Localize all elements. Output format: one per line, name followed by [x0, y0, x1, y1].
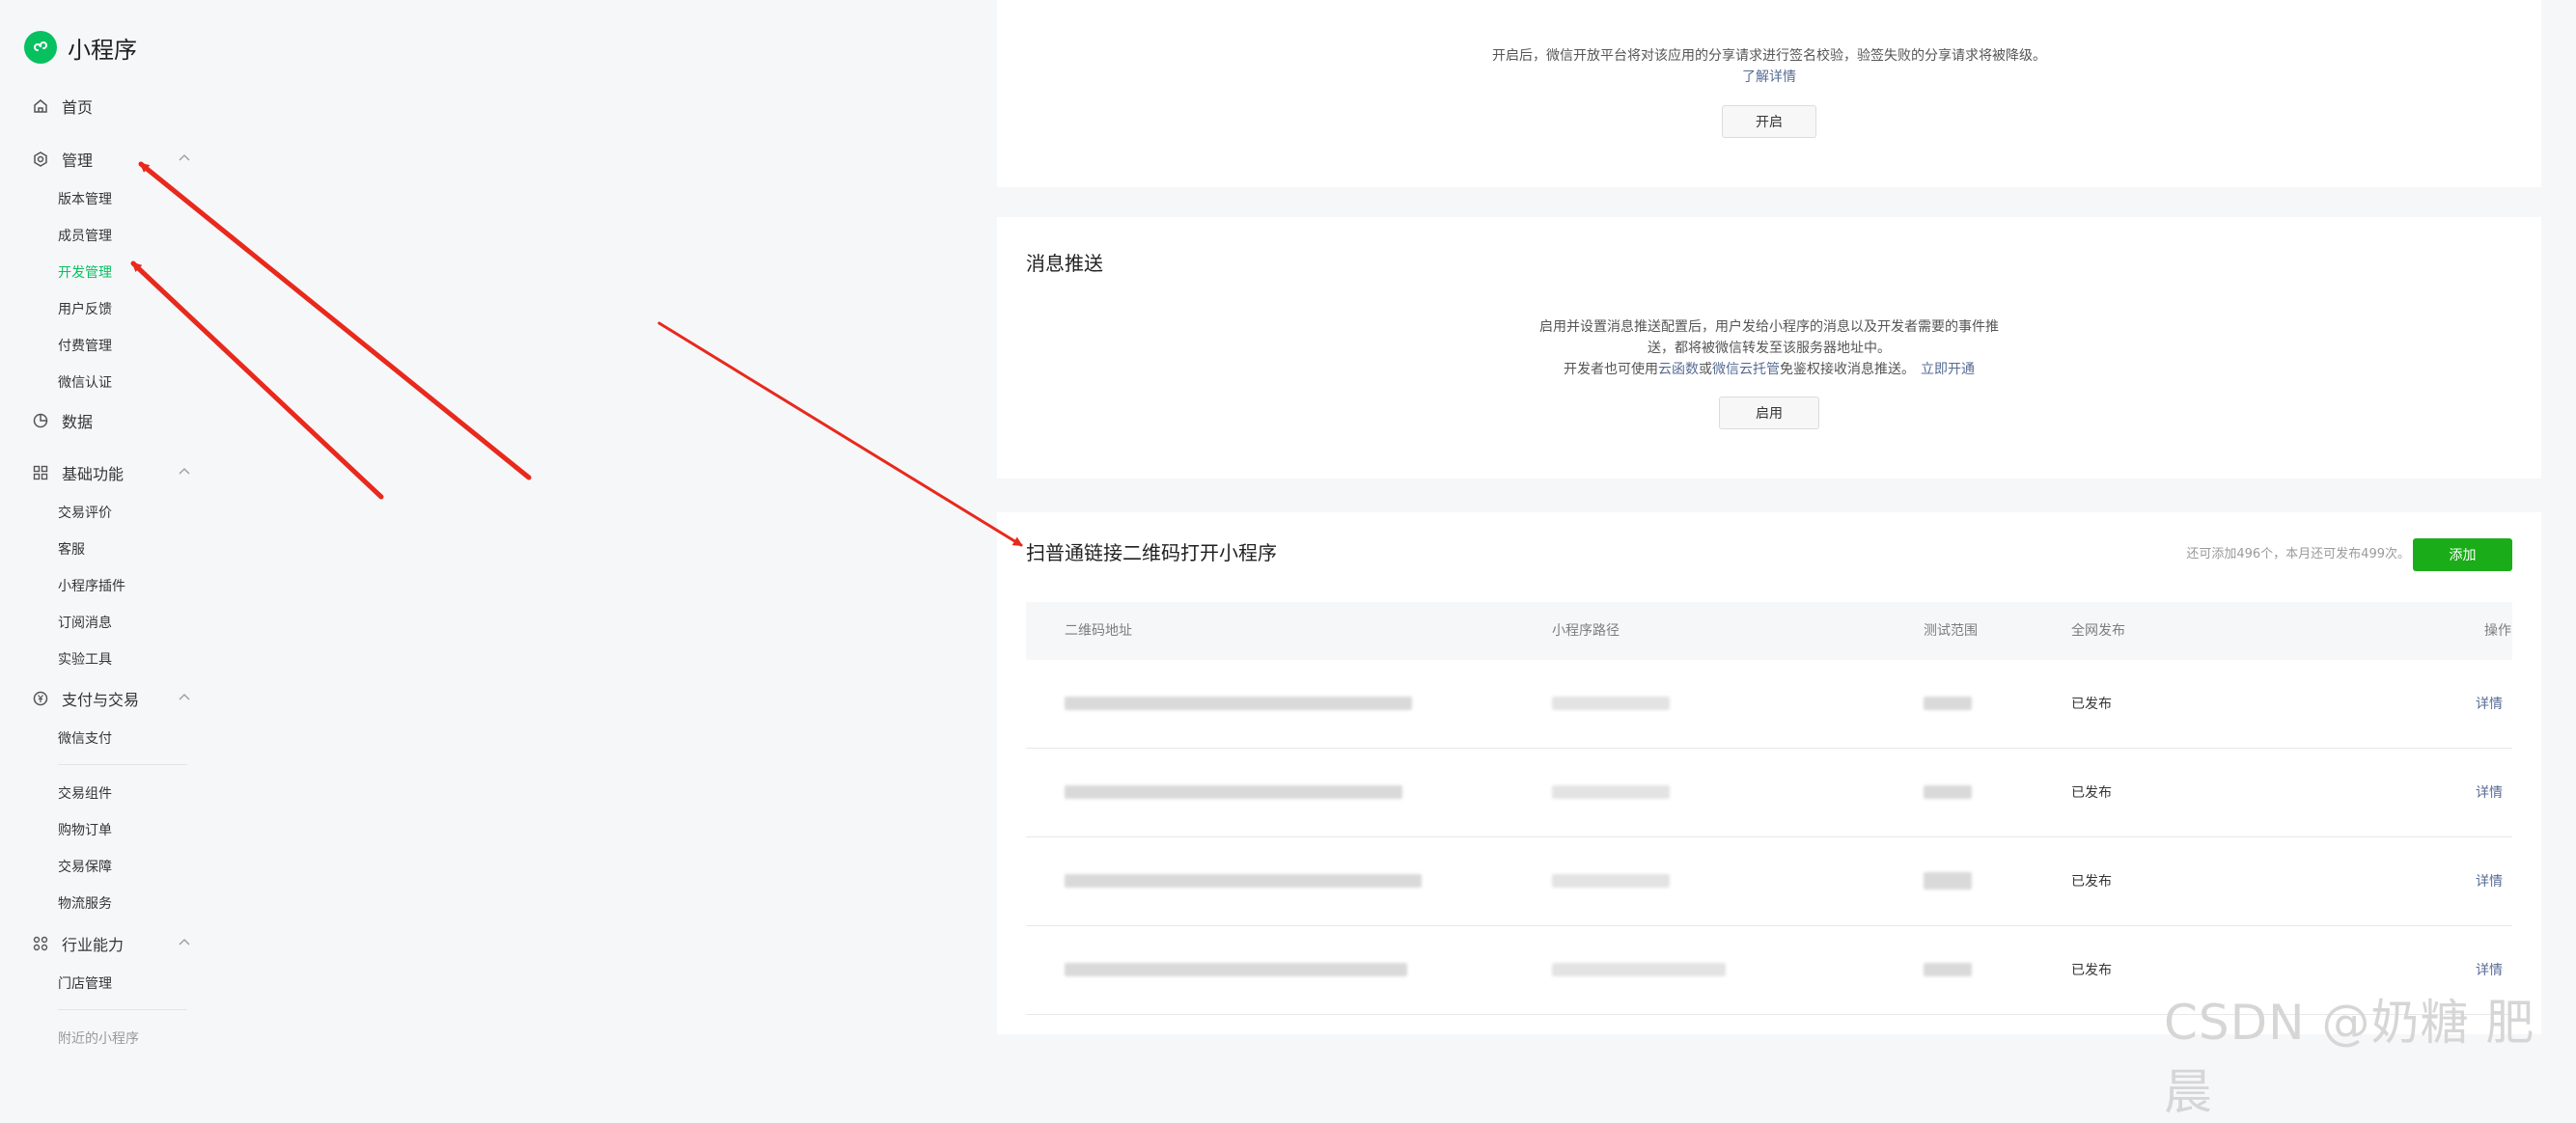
- home-icon: [32, 97, 49, 115]
- nav-trade-guarantee[interactable]: 交易保障: [58, 857, 112, 876]
- nav-data-label: 数据: [62, 413, 94, 431]
- push-desc-or: 或: [1699, 362, 1712, 377]
- redacted-path: [1552, 785, 1670, 799]
- nav-store-manage[interactable]: 门店管理: [58, 973, 112, 993]
- chevron-up-icon[interactable]: [177, 690, 192, 705]
- table-row: 已发布 详情: [1026, 837, 2512, 926]
- gear-icon: [32, 151, 49, 168]
- open-now-link[interactable]: 立即开通: [1921, 362, 1975, 377]
- chevron-up-icon[interactable]: [177, 935, 192, 950]
- nav-basic-label: 基础功能: [62, 465, 125, 483]
- nav-plugin[interactable]: 小程序插件: [58, 576, 125, 595]
- publish-status: 已发布: [2071, 874, 2112, 890]
- detail-link[interactable]: 详情: [2476, 749, 2503, 837]
- qr-link-title: 扫普通链接二维码打开小程序: [1026, 541, 1277, 564]
- redacted-test-scope: [1924, 785, 1972, 799]
- brand[interactable]: 小程序: [24, 30, 137, 65]
- redacted-path: [1552, 697, 1670, 710]
- publish-status: 已发布: [2071, 697, 2112, 712]
- push-desc-suffix: 免鉴权接收消息推送。: [1780, 362, 1915, 377]
- add-qr-rule-button[interactable]: 添加: [2413, 538, 2512, 571]
- nav-customer-service[interactable]: 客服: [58, 539, 85, 559]
- qr-link-card: 扫普通链接二维码打开小程序 还可添加496个，本月还可发布499次。 添加 二维…: [997, 512, 2541, 1034]
- redacted-path: [1552, 963, 1726, 976]
- app-title: 小程序: [68, 36, 137, 64]
- nav-industry-label: 行业能力: [62, 936, 125, 954]
- table-row: 已发布 详情: [1026, 660, 2512, 749]
- col-actions: 操作: [2484, 623, 2511, 639]
- redacted-test-scope: [1924, 697, 1972, 710]
- cloud-function-link[interactable]: 云函数: [1658, 362, 1699, 377]
- nav-home[interactable]: 首页: [32, 95, 93, 118]
- csdn-watermark: CSDN @奶糖 肥晨: [2164, 995, 2535, 1120]
- nav-pay[interactable]: 支付与交易: [32, 687, 190, 710]
- detail-link[interactable]: 详情: [2476, 660, 2503, 749]
- nav-pay-label: 支付与交易: [62, 691, 140, 709]
- push-desc-line1: 启用并设置消息推送配置后，用户发给小程序的消息以及开发者需要的事件推: [1539, 319, 1999, 335]
- col-publish-status: 全网发布: [2071, 623, 2125, 639]
- nav-subscribe-msg[interactable]: 订阅消息: [58, 613, 112, 632]
- nav-payment-manage[interactable]: 付费管理: [58, 336, 112, 355]
- nav-logistics[interactable]: 物流服务: [58, 893, 112, 913]
- chevron-up-icon[interactable]: [177, 151, 192, 166]
- sidebar: 小程序 首页 管理 版本管理 成员管理 开发管理 用户反馈 付费管理 微信认证 …: [0, 0, 205, 1058]
- redacted-test-scope: [1924, 963, 1972, 976]
- nav-basic[interactable]: 基础功能: [32, 461, 190, 484]
- push-desc-line3: 开发者也可使用云函数或微信云托管免鉴权接收消息推送。 立即开通: [997, 359, 2541, 378]
- nav-dev-manage[interactable]: 开发管理: [58, 262, 112, 282]
- message-push-card: 消息推送 启用并设置消息推送配置后，用户发给小程序的消息以及开发者需要的事件推 …: [997, 217, 2541, 479]
- publish-status: 已发布: [2071, 785, 2112, 801]
- nav-user-feedback[interactable]: 用户反馈: [58, 299, 112, 318]
- redacted-qr-address: [1065, 697, 1412, 710]
- nav-nearby-miniprogram[interactable]: 附近的小程序: [58, 1028, 139, 1048]
- publish-status: 已发布: [2071, 963, 2112, 978]
- learn-more-link[interactable]: 了解详情: [997, 67, 2541, 86]
- nav-shopping-orders[interactable]: 购物订单: [58, 820, 112, 839]
- redacted-qr-address: [1065, 874, 1422, 888]
- nav-home-label: 首页: [62, 98, 94, 117]
- chevron-up-icon[interactable]: [177, 464, 192, 479]
- yuan-circle-icon: [32, 690, 49, 707]
- redacted-path: [1552, 874, 1670, 888]
- enable-push-button[interactable]: 启用: [1719, 397, 1819, 429]
- nav-wechat-pay[interactable]: 微信支付: [58, 728, 112, 748]
- col-qr-address: 二维码地址: [1065, 623, 1132, 639]
- redacted-qr-address: [1065, 963, 1407, 976]
- enable-signature-button[interactable]: 开启: [1722, 105, 1816, 138]
- nav-industry[interactable]: 行业能力: [32, 932, 190, 955]
- miniprogram-logo-icon: [24, 31, 57, 64]
- table-header: 二维码地址 小程序路径 测试范围 全网发布 操作: [1026, 602, 2512, 660]
- col-test-scope: 测试范围: [1924, 623, 1978, 639]
- cloud-hosting-link[interactable]: 微信云托管: [1712, 362, 1780, 377]
- detail-link[interactable]: 详情: [2476, 837, 2503, 926]
- nav-manage[interactable]: 管理: [32, 148, 190, 171]
- industry-icon: [32, 935, 49, 952]
- push-desc-prefix: 开发者也可使用: [1564, 362, 1658, 377]
- share-signature-card: 开启后，微信开放平台将对该应用的分享请求进行签名校验，验签失败的分享请求将被降级…: [997, 0, 2541, 187]
- nav-member-manage[interactable]: 成员管理: [58, 226, 112, 245]
- redacted-test-scope: [1924, 872, 1972, 890]
- nav-manage-label: 管理: [62, 151, 94, 170]
- nav-lab-tools[interactable]: 实验工具: [58, 649, 112, 669]
- col-miniprogram-path: 小程序路径: [1552, 623, 1620, 639]
- message-push-title: 消息推送: [1026, 252, 1103, 275]
- pie-chart-icon: [32, 412, 49, 429]
- redacted-qr-address: [1065, 785, 1402, 799]
- grid-icon: [32, 464, 49, 481]
- nav-divider: [58, 764, 187, 765]
- qr-quota-text: 还可添加496个，本月还可发布499次。: [2186, 547, 2410, 562]
- share-signature-desc: 开启后，微信开放平台将对该应用的分享请求进行签名校验，验签失败的分享请求将被降级…: [1492, 48, 2046, 64]
- push-desc-line2: 送，都将被微信转发至该服务器地址中。: [1648, 341, 1891, 356]
- nav-wechat-verify[interactable]: 微信认证: [58, 372, 112, 392]
- nav-version-manage[interactable]: 版本管理: [58, 189, 112, 208]
- nav-trade-component[interactable]: 交易组件: [58, 783, 112, 803]
- arrow-to-qr-section: [657, 321, 1023, 547]
- nav-divider: [58, 1009, 187, 1010]
- nav-data[interactable]: 数据: [32, 409, 93, 432]
- nav-trade-review[interactable]: 交易评价: [58, 503, 112, 522]
- table-row: 已发布 详情: [1026, 749, 2512, 837]
